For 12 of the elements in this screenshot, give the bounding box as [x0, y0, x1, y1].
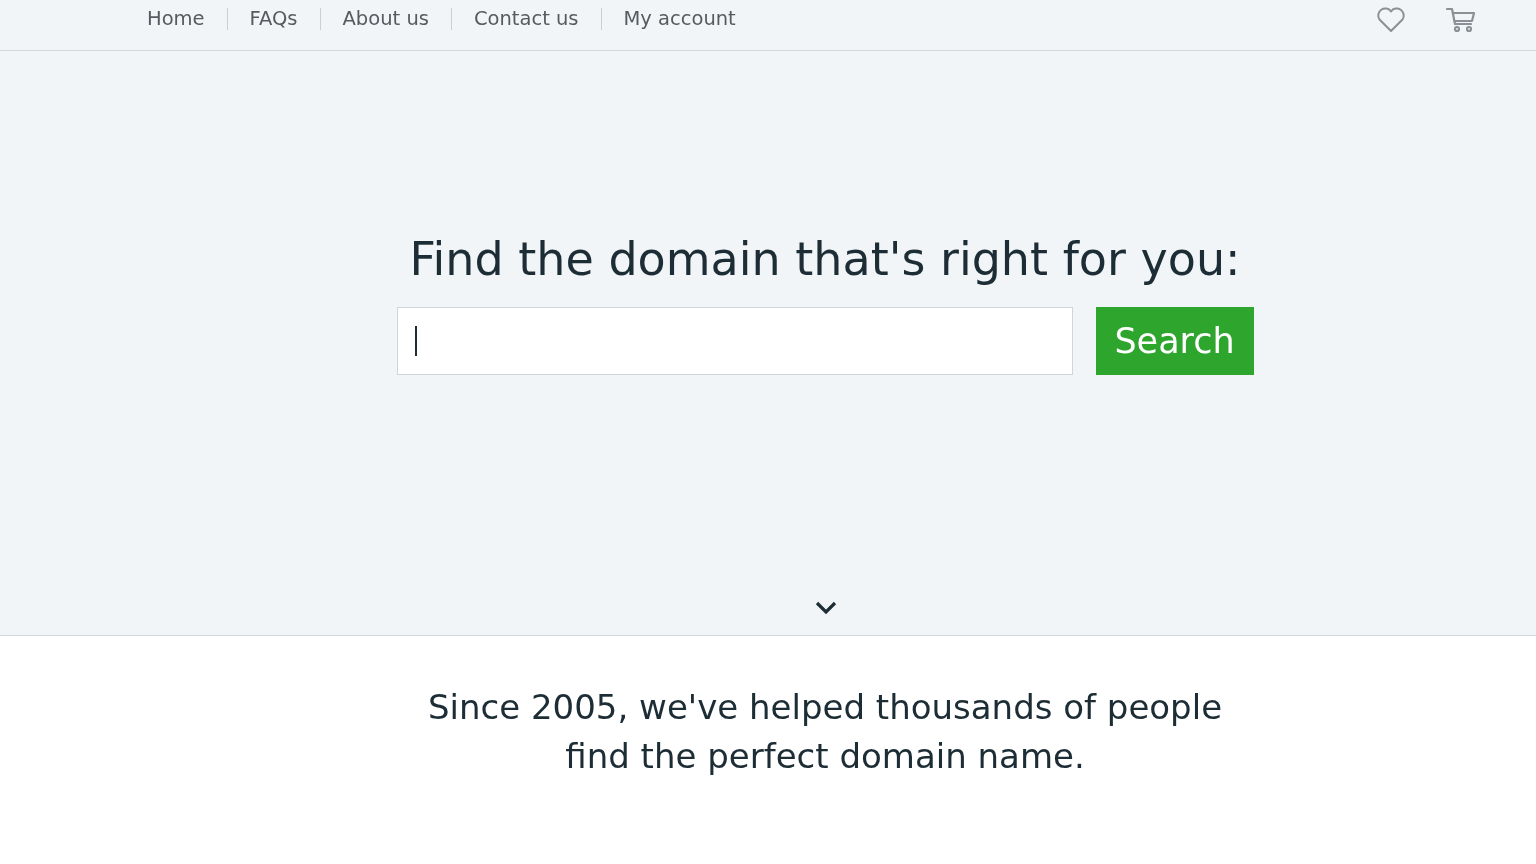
chevron-down-icon[interactable]: [815, 601, 837, 615]
domain-search-field[interactable]: [396, 307, 1073, 375]
intro-paragraph: Since 2005, we've helped thousands of people find the perfect domain name.: [426, 686, 1224, 778]
search-button[interactable]: Search: [1095, 307, 1254, 375]
heart-icon[interactable]: [1376, 7, 1406, 33]
nav-link[interactable]: Contact us: [450, 8, 601, 30]
cart-icon[interactable]: [1446, 7, 1476, 33]
nav-link[interactable]: About us: [319, 8, 451, 30]
nav-link[interactable]: FAQs: [226, 8, 320, 30]
nav-link[interactable]: Home: [147, 8, 227, 30]
nav-link[interactable]: My account: [600, 8, 758, 30]
hero-heading: Find the domain that's right for you:: [409, 231, 1241, 288]
